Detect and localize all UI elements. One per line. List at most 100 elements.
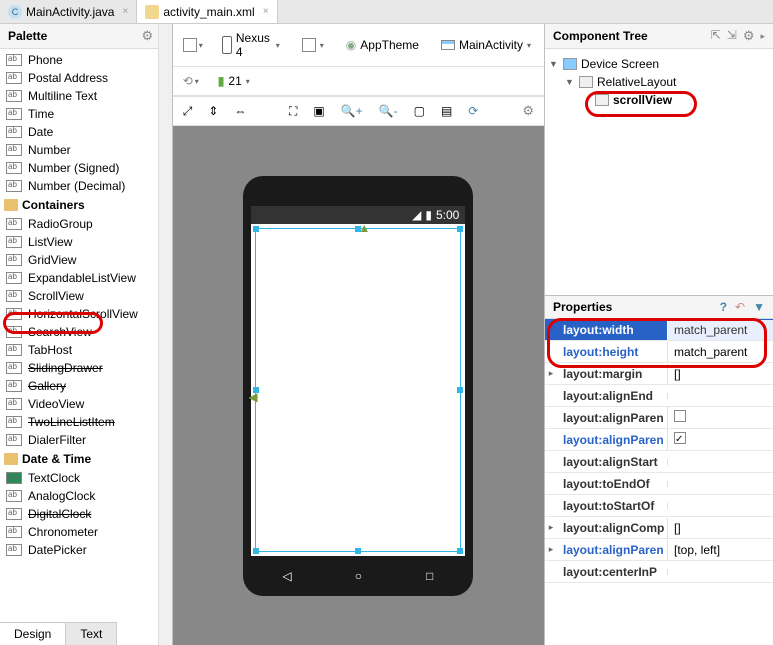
close-tab-icon[interactable]: × (263, 6, 269, 17)
design-tab[interactable]: Design (0, 623, 66, 645)
tree-row-device[interactable]: ▼Device Screen (549, 55, 769, 73)
palette-toggle-icon[interactable]: ▾ (179, 36, 207, 54)
palette-item[interactable]: Number (0, 141, 172, 159)
palette-item[interactable]: RadioGroup (0, 215, 172, 233)
palette-item[interactable]: Number (Decimal) (0, 177, 172, 195)
tab-label: MainActivity.java (26, 5, 114, 19)
palette-item[interactable]: TabHost (0, 341, 172, 359)
resize-handle[interactable] (457, 548, 463, 554)
filter-icon[interactable]: ▼ (753, 300, 765, 314)
tree-row-scrollview[interactable]: scrollView (549, 91, 769, 109)
palette-item[interactable]: VideoView (0, 395, 172, 413)
align-tool-icon[interactable]: ⇕ (204, 102, 222, 120)
palette-item[interactable]: ListView (0, 233, 172, 251)
canvas-area[interactable]: ◢ ▮ 5:00 ▲ ◀ (173, 126, 544, 645)
resize-handle[interactable] (253, 548, 259, 554)
tab-main-activity[interactable]: C MainActivity.java × (0, 0, 137, 23)
palette-category-containers[interactable]: Containers (0, 195, 172, 215)
refresh-preview-icon[interactable]: ⟳ (464, 102, 482, 120)
hide-icon[interactable] (760, 28, 765, 44)
palette-item[interactable]: Date (0, 123, 172, 141)
palette-item[interactable]: Gallery (0, 377, 172, 395)
tree-row-relativelayout[interactable]: ▼RelativeLayout (549, 73, 769, 91)
palette-item[interactable]: Number (Signed) (0, 159, 172, 177)
checkbox-checked-icon[interactable] (674, 432, 686, 444)
resize-handle[interactable] (355, 548, 361, 554)
prop-row[interactable]: layout:alignParen (545, 407, 773, 429)
close-tab-icon[interactable]: × (122, 6, 128, 17)
gear-icon[interactable] (743, 28, 755, 44)
palette-item[interactable]: DatePicker (0, 541, 172, 559)
palette-item[interactable]: DigitalClock (0, 505, 172, 523)
textfield-icon (6, 54, 22, 66)
capture-icon[interactable]: ▢ (410, 102, 429, 120)
device-selector[interactable]: Nexus 4▾ (215, 28, 287, 62)
tab-label: activity_main.xml (163, 5, 254, 19)
container-icon (6, 254, 22, 266)
checkbox-icon[interactable] (674, 410, 686, 422)
prop-row[interactable]: layout:centerInP (545, 561, 773, 583)
palette-item[interactable]: SearchView (0, 323, 172, 341)
expander-icon[interactable]: ▸ (545, 368, 557, 379)
prop-row[interactable]: ▸layout:alignParen[top, left] (545, 539, 773, 561)
undo-icon[interactable]: ↶ (735, 300, 745, 314)
activity-selector[interactable]: MainActivity▾ (434, 35, 538, 55)
prop-row[interactable]: layout:alignParen (545, 429, 773, 451)
prop-row[interactable]: layout:toStartOf (545, 495, 773, 517)
prop-row-layout-height[interactable]: layout:heightmatch_parent (545, 341, 773, 363)
prop-row-layout-margin[interactable]: ▸layout:margin[] (545, 363, 773, 385)
zoom-fit-icon[interactable]: ⛶ (285, 102, 301, 121)
settings-icon[interactable] (518, 101, 538, 121)
palette-item[interactable]: TwoLineListItem (0, 413, 172, 431)
prop-row[interactable]: layout:toEndOf (545, 473, 773, 495)
align-tool-icon[interactable]: ⤢ (179, 102, 197, 121)
palette-item[interactable]: Chronometer (0, 523, 172, 541)
expander-icon[interactable]: ▼ (549, 59, 559, 69)
palette-item[interactable]: DialerFilter (0, 431, 172, 449)
expander-icon[interactable]: ▸ (545, 544, 557, 555)
prop-row[interactable]: ▸layout:alignComp[] (545, 517, 773, 539)
resize-handle[interactable] (253, 226, 259, 232)
scrollview-icon (595, 94, 609, 106)
signal-icon: ◢ (412, 208, 421, 222)
zoom-actual-icon[interactable]: ▣ (309, 102, 328, 120)
prop-row[interactable]: layout:alignStart (545, 451, 773, 473)
zoom-out-icon[interactable]: 🔍- (375, 102, 402, 120)
prop-row-layout-width[interactable]: layout:widthmatch_parent (545, 319, 773, 341)
palette-item[interactable]: Multiline Text (0, 87, 172, 105)
refresh-icon[interactable]: ⟲▾ (179, 72, 203, 90)
prop-row[interactable]: layout:alignEnd (545, 385, 773, 407)
scrollview-selection[interactable]: ▲ ◀ (255, 228, 461, 552)
align-tool-icon[interactable]: ⇔ (230, 102, 250, 120)
palette-item[interactable]: AnalogClock (0, 487, 172, 505)
zoom-in-icon[interactable]: 🔍+ (337, 102, 367, 120)
palette-category-datetime[interactable]: Date & Time (0, 449, 172, 469)
palette-item[interactable]: GridView (0, 251, 172, 269)
palette-item[interactable]: Postal Address (0, 69, 172, 87)
palette-item[interactable]: SlidingDrawer (0, 359, 172, 377)
palette-item[interactable]: ExpandableListView (0, 269, 172, 287)
tab-activity-main-xml[interactable]: activity_main.xml × (137, 0, 277, 23)
text-tab[interactable]: Text (66, 623, 117, 645)
help-icon[interactable]: ? (720, 300, 727, 314)
resize-handle[interactable] (457, 387, 463, 393)
expand-icon[interactable]: ⇱ (711, 28, 721, 44)
palette-item[interactable]: HorizontalScrollView (0, 305, 172, 323)
container-icon (6, 362, 22, 374)
theme-selector[interactable]: ◉AppTheme (339, 35, 426, 55)
phone-screen[interactable]: ◢ ▮ 5:00 ▲ ◀ (251, 206, 465, 556)
collapse-icon[interactable]: ⇲ (727, 28, 737, 44)
palette-item-scrollview[interactable]: ScrollView (0, 287, 172, 305)
palette-item[interactable]: TextClock (0, 469, 172, 487)
resize-handle[interactable] (457, 226, 463, 232)
palette-scrollbar[interactable] (158, 24, 172, 645)
designer-toolbar-3: ⤢ ⇕ ⇔ ⛶ ▣ 🔍+ 🔍- ▢ ▤ ⟳ (173, 96, 544, 126)
palette-item[interactable]: Time (0, 105, 172, 123)
api-selector[interactable]: ▮21▾ (211, 71, 257, 91)
layers-icon[interactable]: ▤ (437, 102, 456, 120)
palette-item[interactable]: Phone (0, 51, 172, 69)
expander-icon[interactable]: ▼ (565, 77, 575, 87)
gear-icon[interactable] (142, 28, 154, 44)
orientation-selector[interactable]: ▾ (295, 35, 331, 55)
expander-icon[interactable]: ▸ (545, 522, 557, 533)
